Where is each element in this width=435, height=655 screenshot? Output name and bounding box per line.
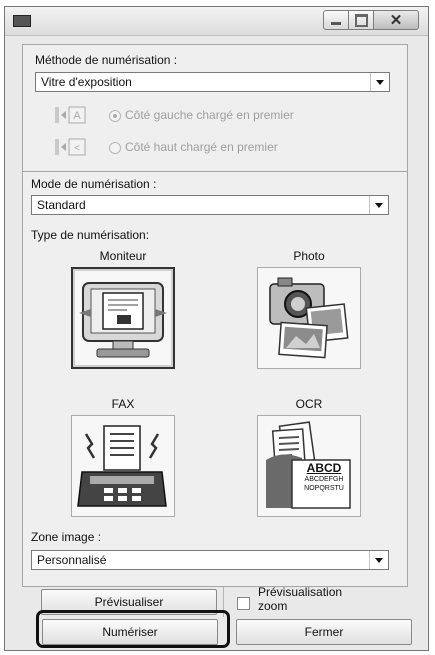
svg-text:<: < [74,143,80,154]
twain-dialog: ✕ Méthode de numérisation : Vitre d'expo… [4,6,429,651]
chevron-down-icon [369,196,388,214]
maximize-button[interactable] [348,10,374,30]
image-area-select[interactable]: Personnalisé [31,550,389,570]
ocr-sample-text: ABCD ABCDEFGH NOPQRSTU [304,461,344,493]
scan-method-value: Vitre d'exposition [41,75,132,89]
image-area-label: Zone image : [31,530,102,544]
chevron-down-icon [370,73,389,91]
scan-mode-select[interactable]: Standard [31,195,389,215]
scan-type-fax-label: FAX [111,397,135,411]
scan-mode-value: Standard [37,198,86,212]
image-area-value: Personnalisé [37,553,107,567]
scan-settings-panel: Mode de numérisation : Standard Type de … [22,171,408,587]
photo-camera-icon [269,277,349,359]
top-edge-first-radio[interactable] [109,142,121,154]
fax-machine-icon [77,425,167,507]
scan-type-photo-button[interactable] [257,267,361,369]
scan-mode-label: Mode de numérisation : [31,177,157,191]
close-window-button[interactable]: ✕ [373,10,419,30]
monitor-icon [79,282,167,358]
left-edge-first-label: Côté gauche chargé en premier [125,108,294,122]
feed-left-edge-icon: A [55,106,86,124]
app-icon [13,15,31,27]
scan-method-label: Méthode de numérisation : [35,53,178,67]
scan-type-monitor-label: Moniteur [99,249,147,263]
zoom-preview-label: Prévisualisation zoom [258,585,343,613]
feed-top-edge-icon: < [55,138,86,156]
title-bar: ✕ [5,7,428,36]
scan-button-highlight [36,610,230,648]
scan-type-label: Type de numérisation: [31,228,150,242]
scan-type-ocr-button[interactable]: ABCD ABCDEFGH NOPQRSTU [257,415,361,517]
scan-type-ocr-label: OCR [295,397,323,411]
close-icon: ✕ [389,12,403,29]
left-edge-first-radio[interactable] [109,110,121,122]
close-button[interactable]: Fermer [236,619,412,645]
scan-method-panel: Méthode de numérisation : Vitre d'exposi… [22,44,408,172]
minimize-icon [331,22,341,25]
scan-type-photo-label: Photo [293,249,325,263]
svg-text:A: A [73,110,81,122]
top-edge-first-label: Côté haut chargé en premier [125,140,278,154]
scan-type-fax-button[interactable] [71,415,175,517]
zoom-preview-checkbox[interactable] [237,597,250,610]
chevron-down-icon [369,551,388,569]
maximize-icon [354,13,368,27]
scan-type-monitor-button[interactable] [71,267,175,369]
minimize-button[interactable] [323,10,349,30]
scan-method-select[interactable]: Vitre d'exposition [35,72,390,92]
